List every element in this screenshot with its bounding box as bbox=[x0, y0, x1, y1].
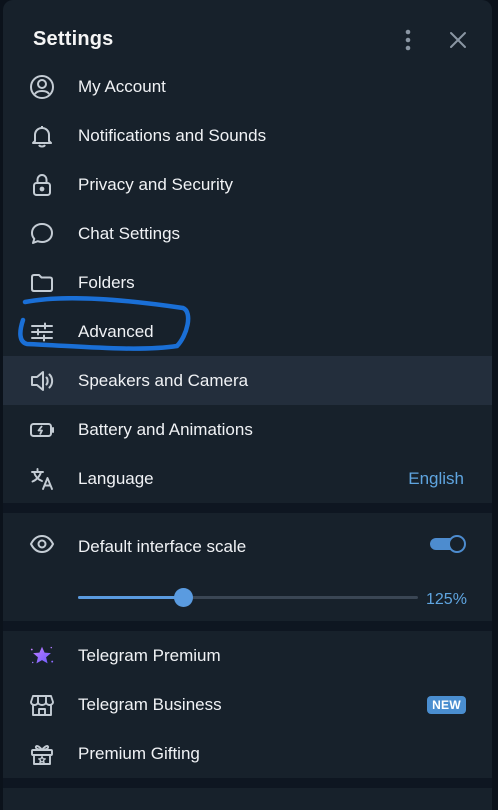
menu-item-battery[interactable]: Battery and Animations bbox=[3, 405, 492, 454]
section-divider bbox=[3, 778, 492, 788]
interface-scale-row[interactable]: Default interface scale bbox=[3, 527, 492, 563]
store-icon bbox=[29, 692, 55, 718]
menu-item-chat-settings[interactable]: Chat Settings bbox=[3, 209, 492, 258]
kebab-icon bbox=[405, 29, 411, 51]
menu-item-label: Privacy and Security bbox=[78, 175, 233, 194]
gift-icon bbox=[29, 741, 55, 767]
interface-scale-label: Default interface scale bbox=[78, 537, 247, 556]
menu-item-speakers[interactable]: Speakers and Camera bbox=[3, 356, 492, 405]
close-button[interactable] bbox=[440, 22, 476, 58]
more-options-button[interactable] bbox=[390, 22, 426, 58]
battery-icon bbox=[29, 417, 55, 443]
folder-icon bbox=[29, 270, 55, 296]
slider-fill bbox=[78, 596, 183, 599]
lock-icon bbox=[29, 172, 55, 198]
interface-scale-toggle[interactable] bbox=[430, 535, 466, 553]
menu-item-telegram-premium[interactable]: Telegram Premium bbox=[3, 631, 492, 680]
menu-item-label: Language bbox=[78, 469, 154, 488]
interface-scale-slider[interactable] bbox=[78, 588, 418, 608]
menu-item-telegram-business[interactable]: Telegram Business NEW bbox=[3, 680, 492, 729]
star-icon bbox=[29, 643, 55, 669]
translate-icon bbox=[29, 466, 55, 492]
menu-item-privacy[interactable]: Privacy and Security bbox=[3, 160, 492, 209]
bell-icon bbox=[29, 123, 55, 149]
menu-item-label: Telegram Business bbox=[78, 695, 222, 714]
slider-thumb[interactable] bbox=[174, 588, 193, 607]
menu-item-advanced[interactable]: Advanced bbox=[3, 307, 492, 356]
menu-item-label: Notifications and Sounds bbox=[78, 126, 267, 145]
menu-item-notifications[interactable]: Notifications and Sounds bbox=[3, 111, 492, 160]
speaker-icon bbox=[29, 368, 55, 394]
chat-bubble-icon bbox=[29, 221, 55, 247]
menu-item-label: Premium Gifting bbox=[78, 744, 200, 763]
page-title: Settings bbox=[33, 28, 114, 50]
menu-item-language[interactable]: Language English bbox=[3, 454, 492, 503]
new-badge: NEW bbox=[427, 696, 466, 714]
language-value[interactable]: English bbox=[408, 469, 464, 489]
interface-scale-section: Default interface scale 125% bbox=[3, 513, 492, 621]
toggle-knob bbox=[448, 535, 466, 553]
menu-item-my-account[interactable]: My Account bbox=[3, 62, 492, 111]
menu-item-label: Folders bbox=[78, 273, 135, 292]
close-icon bbox=[450, 32, 466, 48]
menu-item-label: Telegram Premium bbox=[78, 646, 221, 665]
menu-item-label: Chat Settings bbox=[78, 224, 181, 243]
menu-item-label: My Account bbox=[78, 77, 166, 96]
settings-header: Settings bbox=[3, 0, 492, 64]
settings-menu: My Account Notifications and Sounds Priv… bbox=[3, 62, 492, 788]
menu-item-folders[interactable]: Folders bbox=[3, 258, 492, 307]
menu-item-label: Advanced bbox=[78, 322, 154, 341]
menu-item-label: Speakers and Camera bbox=[78, 371, 249, 390]
section-divider bbox=[3, 503, 492, 513]
eye-icon bbox=[29, 533, 55, 560]
menu-item-premium-gifting[interactable]: Premium Gifting bbox=[3, 729, 492, 778]
section-divider bbox=[3, 621, 492, 631]
menu-item-label: Battery and Animations bbox=[78, 420, 253, 439]
person-circle-icon bbox=[29, 74, 55, 100]
interface-scale-value: 125% bbox=[426, 591, 467, 608]
sliders-icon bbox=[29, 319, 55, 345]
settings-panel: Settings My Account Notifications and So… bbox=[3, 0, 492, 810]
